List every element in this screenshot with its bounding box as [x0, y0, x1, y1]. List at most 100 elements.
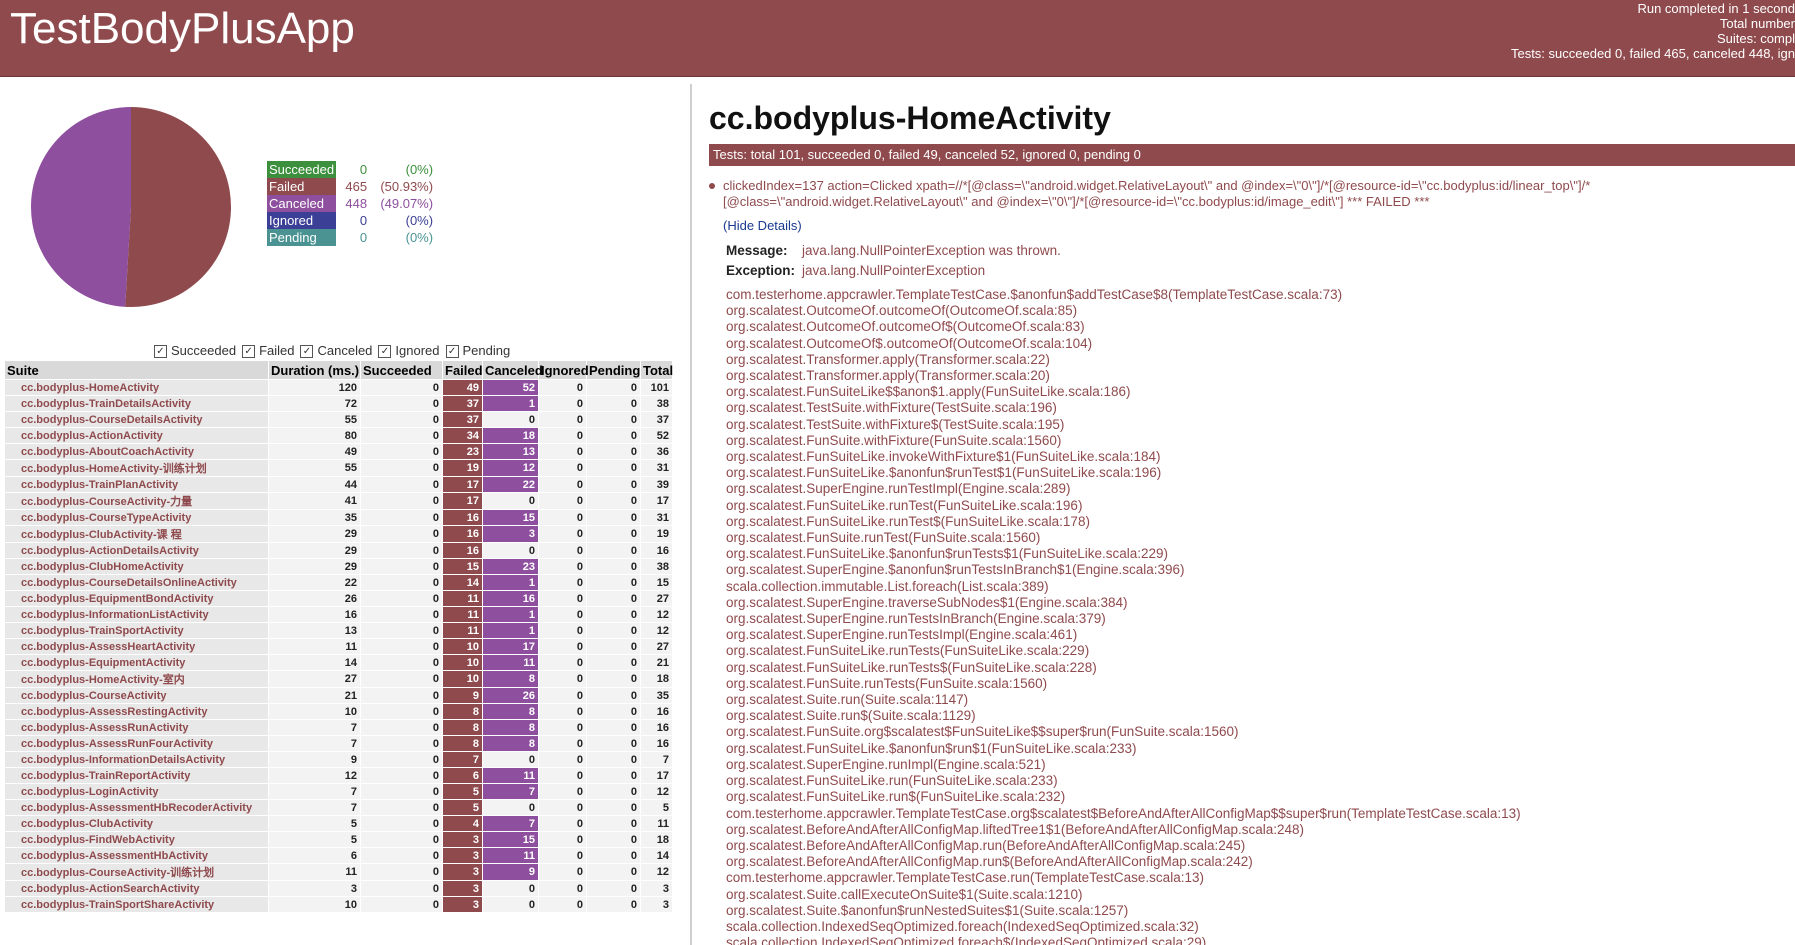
- table-cell: 16: [640, 719, 673, 736]
- checkbox-icon[interactable]: ✓: [154, 345, 167, 359]
- table-row[interactable]: cc.bodyplus-AssessHeartActivity 11 0 10 17 0 0…: [4, 638, 673, 655]
- table-cell: 0: [538, 687, 587, 704]
- table-row[interactable]: cc.bodyplus-TrainPlanActivity 44 0 17 22 0 0 39: [4, 476, 673, 493]
- suite-link[interactable]: cc.bodyplus-LoginActivity: [4, 783, 269, 800]
- table-row[interactable]: cc.bodyplus-HomeActivity 120 0 49 52 0 0 101: [4, 379, 673, 396]
- suite-link[interactable]: cc.bodyplus-ClubHomeActivity: [4, 558, 269, 575]
- suite-link[interactable]: cc.bodyplus-CourseActivity: [4, 687, 269, 704]
- table-row[interactable]: cc.bodyplus-ActionDetailsActivity 29 0 16 0 0…: [4, 542, 673, 559]
- suite-link[interactable]: cc.bodyplus-TrainDetailsActivity: [4, 395, 269, 412]
- suite-link[interactable]: cc.bodyplus-ClubActivity: [4, 815, 269, 832]
- table-row[interactable]: cc.bodyplus-InformationDetailsActivity 9 0…: [4, 751, 673, 768]
- filter-failed[interactable]: ✓ Failed: [242, 343, 294, 359]
- suite-link[interactable]: cc.bodyplus-InformationDetailsActivity: [4, 751, 269, 768]
- table-row[interactable]: cc.bodyplus-TrainDetailsActivity 72 0 37 1 0 0…: [4, 395, 673, 412]
- stack-frame: org.scalatest.FunSuite.runTests(FunSuite…: [726, 675, 1048, 691]
- suite-link[interactable]: cc.bodyplus-TrainPlanActivity: [4, 476, 269, 493]
- suite-link[interactable]: cc.bodyplus-ActionDetailsActivity: [4, 542, 269, 559]
- suite-link[interactable]: cc.bodyplus-AssessmentHbActivity: [4, 847, 269, 864]
- table-row[interactable]: cc.bodyplus-CourseTypeActivity 35 0 16 15 0 0 3…: [4, 509, 673, 526]
- suite-link[interactable]: cc.bodyplus-FindWebActivity: [4, 831, 269, 848]
- table-cell: 8: [442, 703, 483, 720]
- table-row[interactable]: cc.bodyplus-EquipmentBondActivity 26 0 11 16…: [4, 590, 673, 607]
- suite-link[interactable]: cc.bodyplus-CourseTypeActivity: [4, 509, 269, 526]
- suite-link[interactable]: cc.bodyplus-HomeActivity-室内: [4, 670, 269, 688]
- suite-link[interactable]: cc.bodyplus-EquipmentActivity: [4, 654, 269, 671]
- table-cell: 1: [482, 395, 539, 412]
- table-row[interactable]: cc.bodyplus-AssessRestingActivity 10 0 8 8 0 0…: [4, 703, 673, 720]
- table-row[interactable]: cc.bodyplus-ClubActivity-课 程 29 0 16 3 0 0 19: [4, 525, 673, 543]
- suite-link[interactable]: cc.bodyplus-CourseActivity-训练计划: [4, 863, 269, 881]
- table-cell: 0: [538, 880, 587, 897]
- table-row[interactable]: cc.bodyplus-CourseDetailsOnlineActivity 2…: [4, 574, 673, 591]
- table-row[interactable]: cc.bodyplus-HomeActivity-室内 27 0 10 8 0 0 18: [4, 670, 673, 688]
- table-row[interactable]: cc.bodyplus-TrainSportActivity 13 0 11 1 0 0 12: [4, 622, 673, 639]
- suite-link[interactable]: cc.bodyplus-TrainReportActivity: [4, 767, 269, 784]
- table-cell: 0: [360, 719, 443, 736]
- table-row[interactable]: cc.bodyplus-ActionSearchActivity 3 0 3 0 0 0 3: [4, 880, 673, 897]
- table-row[interactable]: cc.bodyplus-LoginActivity 7 0 5 7 0 0 12: [4, 783, 673, 800]
- suite-link[interactable]: cc.bodyplus-AssessRunActivity: [4, 719, 269, 736]
- table-cell: 0: [482, 799, 539, 816]
- suite-link[interactable]: cc.bodyplus-InformationListActivity: [4, 606, 269, 623]
- table-cell: 0: [586, 863, 641, 881]
- table-row[interactable]: cc.bodyplus-ActionActivity 80 0 34 18 0 0 52: [4, 427, 673, 444]
- table-cell: 29: [268, 525, 361, 543]
- table-row[interactable]: cc.bodyplus-CourseActivity 21 0 9 26 0 0 35: [4, 687, 673, 704]
- suite-link[interactable]: cc.bodyplus-HomeActivity-训练计划: [4, 459, 269, 477]
- table-cell: 0: [586, 622, 641, 639]
- table-cell: 15: [482, 831, 539, 848]
- filter-succeeded[interactable]: ✓ Succeeded: [154, 343, 236, 359]
- table-row[interactable]: cc.bodyplus-CourseDetailsActivity 55 0 37 0 0…: [4, 411, 673, 428]
- suite-link[interactable]: cc.bodyplus-AssessRestingActivity: [4, 703, 269, 720]
- suite-link[interactable]: cc.bodyplus-AboutCoachActivity: [4, 443, 269, 460]
- table-cell: 3: [640, 880, 673, 897]
- suite-link[interactable]: cc.bodyplus-TrainSportActivity: [4, 622, 269, 639]
- table-row[interactable]: cc.bodyplus-AssessmentHbRecoderActivity 7…: [4, 799, 673, 816]
- table-row[interactable]: cc.bodyplus-FindWebActivity 5 0 3 15 0 0 18: [4, 831, 673, 848]
- table-row[interactable]: cc.bodyplus-AboutCoachActivity 49 0 23 13 0 0 3…: [4, 443, 673, 460]
- checkbox-icon[interactable]: ✓: [378, 345, 392, 359]
- table-row[interactable]: cc.bodyplus-AssessmentHbActivity 6 0 3 11 0 0 1…: [4, 847, 673, 864]
- table-row[interactable]: cc.bodyplus-CourseActivity-力量 41 0 17 0 0 0 17: [4, 492, 673, 510]
- checkbox-icon[interactable]: ✓: [242, 345, 256, 359]
- suite-link[interactable]: cc.bodyplus-EquipmentBondActivity: [4, 590, 269, 607]
- legend-label: Canceled: [267, 195, 337, 212]
- table-row[interactable]: cc.bodyplus-CourseActivity-训练计划 11 0 3 9 0 0 12: [4, 863, 673, 881]
- table-row[interactable]: cc.bodyplus-TrainSportShareActivity 10 0 3 0…: [4, 896, 673, 913]
- suite-link[interactable]: cc.bodyplus-AssessmentHbRecoderActivity: [4, 799, 269, 816]
- table-cell: 0: [538, 799, 587, 816]
- suite-link[interactable]: cc.bodyplus-TrainSportShareActivity: [4, 896, 269, 913]
- checkbox-icon[interactable]: ✓: [445, 345, 459, 359]
- stack-frame: scala.collection.IndexedSeqOptimized.for…: [726, 918, 1199, 934]
- table-cell: 11: [268, 863, 361, 881]
- suite-link[interactable]: cc.bodyplus-ClubActivity-课 程: [4, 525, 269, 543]
- suite-link[interactable]: cc.bodyplus-ActionSearchActivity: [4, 880, 269, 897]
- stack-frame: org.scalatest.Suite.$anonfun$runNestedSu…: [726, 902, 1129, 918]
- suite-link[interactable]: cc.bodyplus-HomeActivity: [4, 379, 269, 396]
- table-row[interactable]: cc.bodyplus-ClubActivity 5 0 4 7 0 0 11: [4, 815, 673, 832]
- checkbox-icon[interactable]: ✓: [300, 345, 314, 359]
- hide-details-link[interactable]: (Hide Details): [723, 218, 1795, 233]
- table-row[interactable]: cc.bodyplus-AssessRunFourActivity 7 0 8 8 0 0 1…: [4, 735, 673, 752]
- table-row[interactable]: cc.bodyplus-HomeActivity-训练计划 55 0 19 12 0 0 31: [4, 459, 673, 477]
- bullet-icon: [709, 183, 715, 189]
- table-row[interactable]: cc.bodyplus-AssessRunActivity 7 0 8 8 0 0 16: [4, 719, 673, 736]
- filter-pending[interactable]: ✓ Pending: [445, 343, 510, 359]
- suite-link[interactable]: cc.bodyplus-AssessHeartActivity: [4, 638, 269, 655]
- suite-link[interactable]: cc.bodyplus-ActionActivity: [4, 427, 269, 444]
- suite-link[interactable]: cc.bodyplus-CourseDetailsActivity: [4, 411, 269, 428]
- suite-link[interactable]: cc.bodyplus-AssessRunFourActivity: [4, 735, 269, 752]
- table-row[interactable]: cc.bodyplus-InformationListActivity 16 0 11…: [4, 606, 673, 623]
- table-row[interactable]: cc.bodyplus-EquipmentActivity 14 0 10 11 0 0 21: [4, 654, 673, 671]
- stack-frame: org.scalatest.FunSuiteLike.runTest(FunSu…: [726, 497, 1083, 513]
- suite-link[interactable]: cc.bodyplus-CourseActivity-力量: [4, 492, 269, 510]
- filter-canceled[interactable]: ✓ Canceled: [300, 343, 372, 359]
- table-row[interactable]: cc.bodyplus-TrainReportActivity 12 0 6 11 0 0 1…: [4, 767, 673, 784]
- suite-link[interactable]: cc.bodyplus-CourseDetailsOnlineActivity: [4, 574, 269, 591]
- table-cell: 0: [586, 443, 641, 460]
- table-cell: 26: [482, 687, 539, 704]
- table-cell: 0: [586, 590, 641, 607]
- filter-ignored[interactable]: ✓ Ignored: [378, 343, 440, 359]
- table-row[interactable]: cc.bodyplus-ClubHomeActivity 29 0 15 23 0 0 38: [4, 558, 673, 575]
